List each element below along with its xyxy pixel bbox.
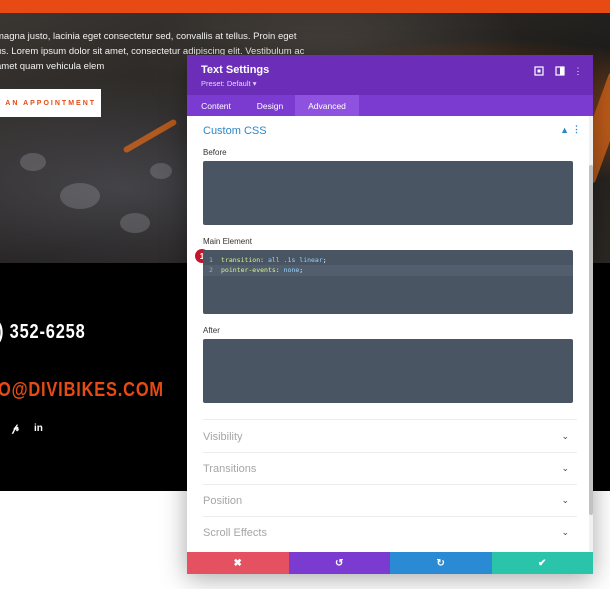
line-number: 2 [209, 266, 213, 274]
tab-advanced[interactable]: Advanced [295, 95, 359, 116]
main-element-css-editor[interactable]: 1 transition: all .1s linear; 2 pointer-… [203, 250, 573, 314]
visibility-title: Visibility [203, 431, 243, 443]
bg-stone [150, 163, 172, 179]
email-address[interactable]: O@DIVIBIKES.COM [0, 379, 164, 402]
chevron-up-icon[interactable]: ▲ [560, 125, 569, 135]
bg-stone [120, 213, 150, 233]
more-options-icon[interactable]: ⋮ [571, 64, 585, 78]
chevron-down-icon[interactable]: ⌄ [561, 495, 569, 506]
save-button[interactable]: ✔ [491, 552, 593, 574]
undo-button[interactable]: ↺ [288, 552, 390, 574]
linkedin-icon[interactable]: in [34, 423, 43, 434]
after-css-editor[interactable] [203, 339, 573, 403]
hero-line: magna justo, lacinia eget consectetur se… [0, 31, 297, 42]
redo-button[interactable]: ↻ [390, 552, 492, 574]
discard-button[interactable]: ✖ [187, 552, 289, 574]
position-section[interactable]: Position ⌄ [187, 486, 589, 516]
chevron-down-icon[interactable]: ⌄ [561, 527, 569, 538]
css-property: transition [221, 256, 261, 264]
pinterest-icon[interactable]: 𝓅 [12, 423, 19, 434]
code-text: pointer-events: none; [221, 266, 304, 274]
fullscreen-icon[interactable] [532, 64, 546, 78]
modal-footer: ✖ ↺ ↻ ✔ [187, 552, 593, 574]
bg-stone [60, 183, 100, 209]
visibility-section[interactable]: Visibility ⌄ [187, 422, 589, 452]
chevron-down-icon[interactable]: ⌄ [561, 463, 569, 474]
bg-stone [20, 153, 46, 171]
custom-css-header[interactable]: Custom CSS ▲ ⋮ [187, 116, 589, 146]
split-view-icon[interactable] [553, 64, 567, 78]
main-element-label: Main Element [203, 237, 252, 246]
modal-title: Text Settings [201, 64, 270, 76]
make-appointment-button[interactable]: E AN APPOINTMENT [0, 89, 101, 117]
position-title: Position [203, 495, 243, 507]
tab-content[interactable]: Content [187, 95, 245, 116]
text-settings-modal: Text Settings Preset: Default ▾ ⋮ Conten… [187, 55, 593, 574]
section-options-icon[interactable]: ⋮ [572, 124, 581, 135]
scroll-effects-section[interactable]: Scroll Effects ⌄ [187, 518, 589, 548]
scrollbar-thumb[interactable] [589, 165, 593, 515]
phone-number[interactable]: ) 352-6258 [0, 321, 86, 344]
preset-selector[interactable]: Preset: Default ▾ [201, 79, 256, 88]
divider [203, 516, 577, 517]
modal-tabs: Content Design Advanced [187, 95, 593, 116]
css-value: all .1s linear [267, 256, 323, 264]
custom-css-title: Custom CSS [203, 125, 267, 137]
css-property: pointer-events [221, 266, 276, 274]
after-label: After [203, 326, 220, 335]
modal-body: Custom CSS ▲ ⋮ Before Main Element 1 1 t… [187, 116, 593, 552]
code-line: 2 pointer-events: none; [203, 265, 573, 276]
divider [203, 452, 577, 453]
scroll-effects-title: Scroll Effects [203, 527, 267, 539]
chevron-down-icon[interactable]: ⌄ [561, 431, 569, 442]
top-accent-bar [0, 0, 610, 13]
transitions-title: Transitions [203, 463, 257, 475]
transitions-section[interactable]: Transitions ⌄ [187, 454, 589, 484]
before-label: Before [203, 148, 227, 157]
modal-header: Text Settings Preset: Default ▾ ⋮ [187, 55, 593, 95]
css-value: none [283, 266, 300, 274]
tab-design[interactable]: Design [245, 95, 295, 116]
before-css-editor[interactable] [203, 161, 573, 225]
divider [203, 419, 577, 420]
bg-bike-part [122, 118, 178, 154]
divider [203, 484, 577, 485]
